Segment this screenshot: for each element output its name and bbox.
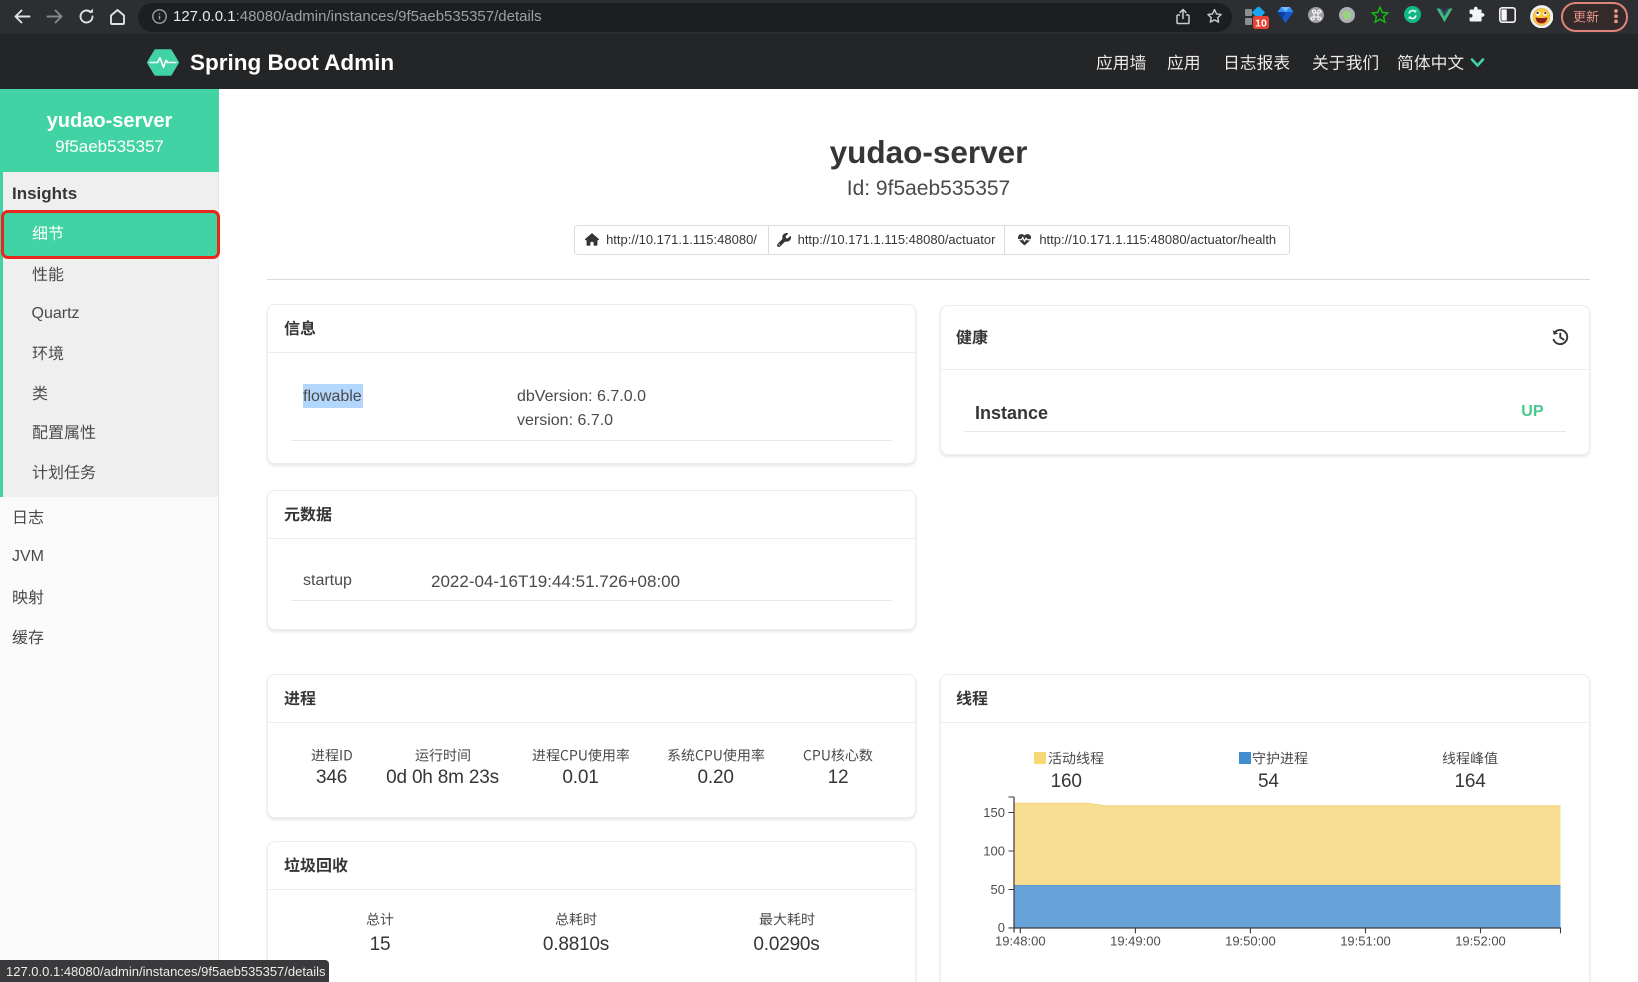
- svg-text:100: 100: [983, 843, 1005, 858]
- svg-text:19:50:00: 19:50:00: [1225, 933, 1276, 948]
- svg-text:150: 150: [983, 805, 1005, 820]
- svg-text:10: 10: [1255, 18, 1267, 30]
- svg-text:19:51:00: 19:51:00: [1340, 933, 1391, 948]
- svg-text:19:48:00: 19:48:00: [995, 933, 1046, 948]
- svg-text:50: 50: [991, 882, 1005, 897]
- svg-text:19:52:00: 19:52:00: [1455, 933, 1506, 948]
- svg-text:19:49:00: 19:49:00: [1110, 933, 1161, 948]
